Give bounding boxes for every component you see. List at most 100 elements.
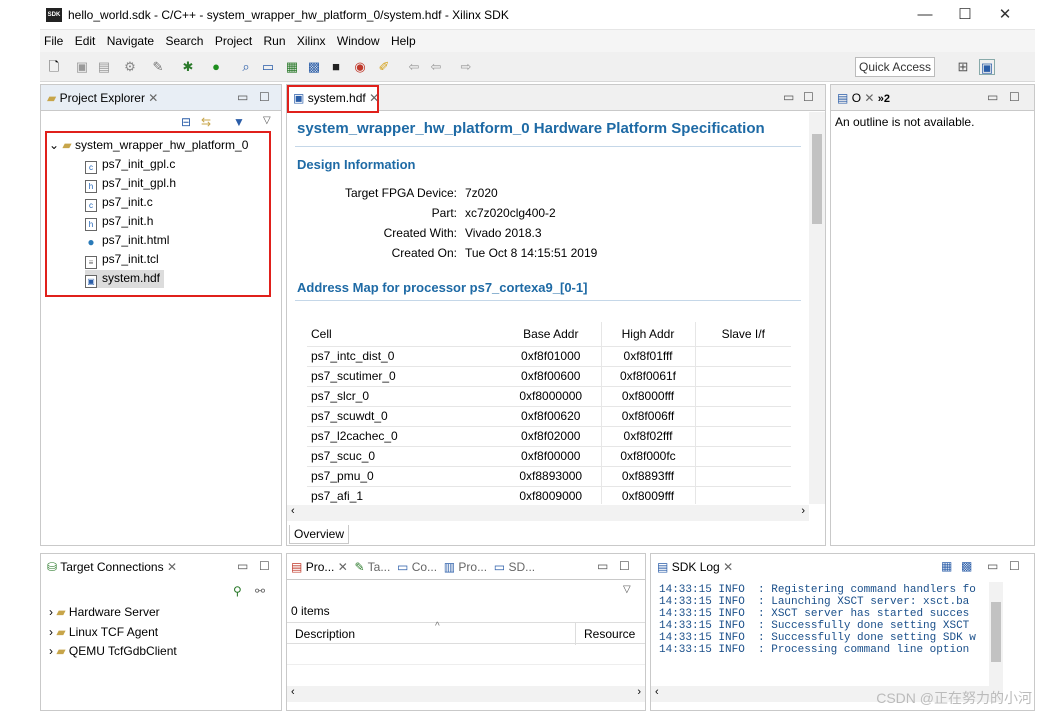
- menu-window[interactable]: Window: [333, 30, 384, 52]
- menu-edit[interactable]: Edit: [71, 30, 100, 52]
- scroll-right-icon[interactable]: ›: [637, 686, 641, 698]
- back-icon[interactable]: ⇦: [428, 59, 444, 75]
- item-label: Linux TCF Agent: [68, 625, 159, 639]
- close-tab-icon[interactable]: ✕: [338, 560, 348, 574]
- log-line: 14:33:15 INFO : Successfully done settin…: [659, 632, 976, 644]
- tab-sdk-terminal[interactable]: SD...: [508, 560, 535, 574]
- minimize-icon[interactable]: ▭: [237, 90, 248, 104]
- xsct-icon[interactable]: ▩: [306, 59, 322, 75]
- filter-icon[interactable]: ▼: [233, 115, 245, 129]
- export-log-icon[interactable]: ▦: [941, 559, 952, 573]
- minimize-icon[interactable]: ▭: [597, 559, 608, 573]
- column-resource[interactable]: Resource: [575, 623, 635, 645]
- new-icon[interactable]: 🗋: [46, 59, 62, 75]
- clear-log-icon[interactable]: ▩: [961, 559, 972, 573]
- menu-help[interactable]: Help: [387, 30, 420, 52]
- minimize-icon[interactable]: ▭: [237, 559, 248, 573]
- scroll-thumb[interactable]: [812, 134, 822, 224]
- target-icon[interactable]: ◉: [352, 59, 368, 75]
- view-menu-icon[interactable]: ▽: [263, 115, 271, 126]
- build-icon[interactable]: ⚙: [122, 59, 138, 75]
- cpp-perspective-icon[interactable]: ▣: [979, 59, 995, 75]
- minimize-icon[interactable]: ▭: [987, 90, 998, 104]
- scroll-left-icon[interactable]: ‹: [291, 505, 295, 517]
- menu-xilinx[interactable]: Xilinx: [293, 30, 330, 52]
- run-icon[interactable]: ●: [208, 59, 224, 75]
- scroll-thumb[interactable]: [991, 602, 1001, 662]
- open-perspective-icon[interactable]: ⊞: [955, 59, 971, 75]
- close-tab-icon[interactable]: ✕: [167, 560, 177, 574]
- table-row: ps7_afi_1 0xf8009000 0xf8009fff: [307, 485, 791, 504]
- collapse-all-icon[interactable]: ⊟: [181, 115, 191, 129]
- close-button[interactable]: ✕: [990, 4, 1020, 26]
- scroll-right-icon[interactable]: ›: [801, 505, 805, 517]
- tab-tasks[interactable]: Ta...: [368, 560, 391, 574]
- title-bar: SDK hello_world.sdk - C/C++ - system_wra…: [40, 0, 1035, 30]
- menu-project[interactable]: Project: [211, 30, 256, 52]
- column-description[interactable]: Description: [295, 627, 355, 641]
- minimize-icon[interactable]: ▭: [987, 559, 998, 573]
- tree-item-hardware-server[interactable]: › ▰ Hardware Server: [49, 604, 160, 620]
- outline-message: An outline is not available.: [835, 115, 975, 129]
- maximize-icon[interactable]: ☐: [259, 90, 270, 104]
- project-explorer-title: Project Explorer: [59, 91, 145, 105]
- tree-item-qemu[interactable]: › ▰ QEMU TcfGdbClient: [49, 643, 177, 659]
- vertical-scrollbar[interactable]: [989, 582, 1003, 686]
- maximize-icon[interactable]: ☐: [619, 559, 630, 573]
- clean-icon[interactable]: ✎: [150, 59, 166, 75]
- search-icon[interactable]: ⌕: [238, 59, 254, 75]
- minimize-button[interactable]: —: [910, 4, 940, 26]
- scroll-left-icon[interactable]: ‹: [655, 686, 659, 698]
- tab-properties[interactable]: Pro...: [458, 560, 487, 574]
- menu-file[interactable]: File: [40, 30, 67, 52]
- link-editor-icon[interactable]: ⇆: [201, 115, 211, 129]
- program-fpga-icon[interactable]: ▦: [284, 59, 300, 75]
- tree-item-linux-tcf-agent[interactable]: › ▰ Linux TCF Agent: [49, 624, 158, 640]
- connect-icon[interactable]: ⚯: [255, 584, 265, 598]
- terminal-icon[interactable]: ▭: [260, 59, 276, 75]
- horizontal-scrollbar[interactable]: ‹ ›: [287, 686, 645, 702]
- menu-run[interactable]: Run: [260, 30, 290, 52]
- pencil-icon[interactable]: ✐: [376, 59, 392, 75]
- console-icon[interactable]: ■: [328, 59, 344, 75]
- sdk-app-icon: SDK: [46, 8, 62, 22]
- project-explorer-tab[interactable]: ▰ Project Explorer ✕ ▭ ☐: [41, 85, 281, 111]
- maximize-button[interactable]: ☐: [950, 4, 980, 26]
- nav-back-icon[interactable]: ⇦: [406, 59, 422, 75]
- close-tab-icon[interactable]: ✕: [864, 91, 874, 105]
- new-target-icon[interactable]: ⚲: [233, 584, 242, 598]
- outline-panel: ▤ O ✕ »2 ▭ ☐ An outline is not available…: [830, 84, 1035, 546]
- project-explorer-panel: ▰ Project Explorer ✕ ▭ ☐ ⊟ ⇆ ▼ ▽ ⌄ ▰ sys…: [40, 84, 282, 546]
- horizontal-scrollbar[interactable]: ‹ ›: [287, 505, 809, 521]
- maximize-icon[interactable]: ☐: [803, 90, 814, 104]
- quick-access-field[interactable]: Quick Access: [855, 57, 935, 77]
- tab-console[interactable]: Co...: [412, 560, 437, 574]
- overflow-tabs[interactable]: »2: [878, 93, 890, 105]
- menu-search[interactable]: Search: [161, 30, 207, 52]
- outline-tab-label[interactable]: O: [852, 91, 861, 105]
- debug-icon[interactable]: ✱: [180, 59, 196, 75]
- close-tab-icon[interactable]: ✕: [369, 91, 379, 105]
- chevron-right-icon: ›: [49, 605, 53, 619]
- items-count: 0 items: [291, 604, 330, 618]
- editor-panel: ▣ system.hdf ✕ ▭ ☐ system_wrapper_hw_pla…: [286, 84, 826, 546]
- save-all-icon[interactable]: ▤: [96, 59, 112, 75]
- minimize-icon[interactable]: ▭: [783, 90, 794, 104]
- menu-navigate[interactable]: Navigate: [103, 30, 158, 52]
- maximize-icon[interactable]: ☐: [259, 559, 270, 573]
- maximize-icon[interactable]: ☐: [1009, 90, 1020, 104]
- forward-icon[interactable]: ⇨: [458, 59, 474, 75]
- vertical-scrollbar[interactable]: [809, 112, 825, 504]
- scroll-left-icon[interactable]: ‹: [291, 686, 295, 698]
- overview-tab[interactable]: Overview: [289, 525, 350, 544]
- target-connections-tab[interactable]: ⛁ Target Connections ✕ ▭ ☐: [41, 554, 281, 580]
- close-tab-icon[interactable]: ✕: [723, 560, 733, 574]
- save-icon[interactable]: ▣: [74, 59, 90, 75]
- sdk-log-tab[interactable]: ▤ SDK Log ✕ ▦ ▩ ▭ ☐: [651, 554, 1034, 580]
- view-menu-icon[interactable]: ▽: [623, 584, 631, 595]
- maximize-icon[interactable]: ☐: [1009, 559, 1020, 573]
- target-icon: ⛁: [47, 560, 58, 574]
- close-tab-icon[interactable]: ✕: [148, 91, 158, 105]
- problems-panel: ▤ Pro... ✕ ✎ Ta... ▭ Co... ▥ Pro... ▭ SD…: [286, 553, 646, 711]
- tab-problems[interactable]: Pro...: [306, 560, 335, 574]
